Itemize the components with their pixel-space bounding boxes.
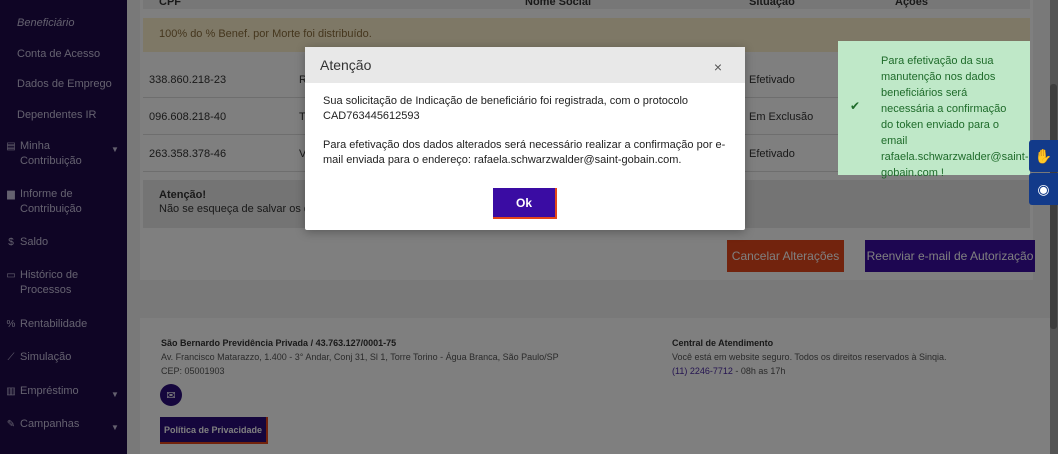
ok-button[interactable]: Ok: [493, 188, 557, 219]
attention-modal: Atenção × Sua solicitação de Indicação d…: [305, 47, 745, 230]
modal-title: Atenção: [320, 57, 372, 73]
modal-message-confirmation: Para efetivação dos dados alterados será…: [323, 139, 726, 166]
eye-icon[interactable]: ◉: [1029, 173, 1058, 205]
check-icon: ✔: [850, 99, 861, 113]
close-icon[interactable]: ×: [714, 59, 722, 75]
modal-header: Atenção ×: [305, 47, 745, 83]
success-toast: ✔ Para efetivação da sua manutenção nos …: [838, 41, 1030, 179]
toast-message: Para efetivação da sua manutenção nos da…: [881, 55, 1029, 179]
modal-body: Sua solicitação de Indicação de benefici…: [305, 83, 745, 168]
modal-message-protocol: Sua solicitação de Indicação de benefici…: [323, 95, 689, 122]
sign-language-icon[interactable]: ✋: [1029, 140, 1058, 172]
